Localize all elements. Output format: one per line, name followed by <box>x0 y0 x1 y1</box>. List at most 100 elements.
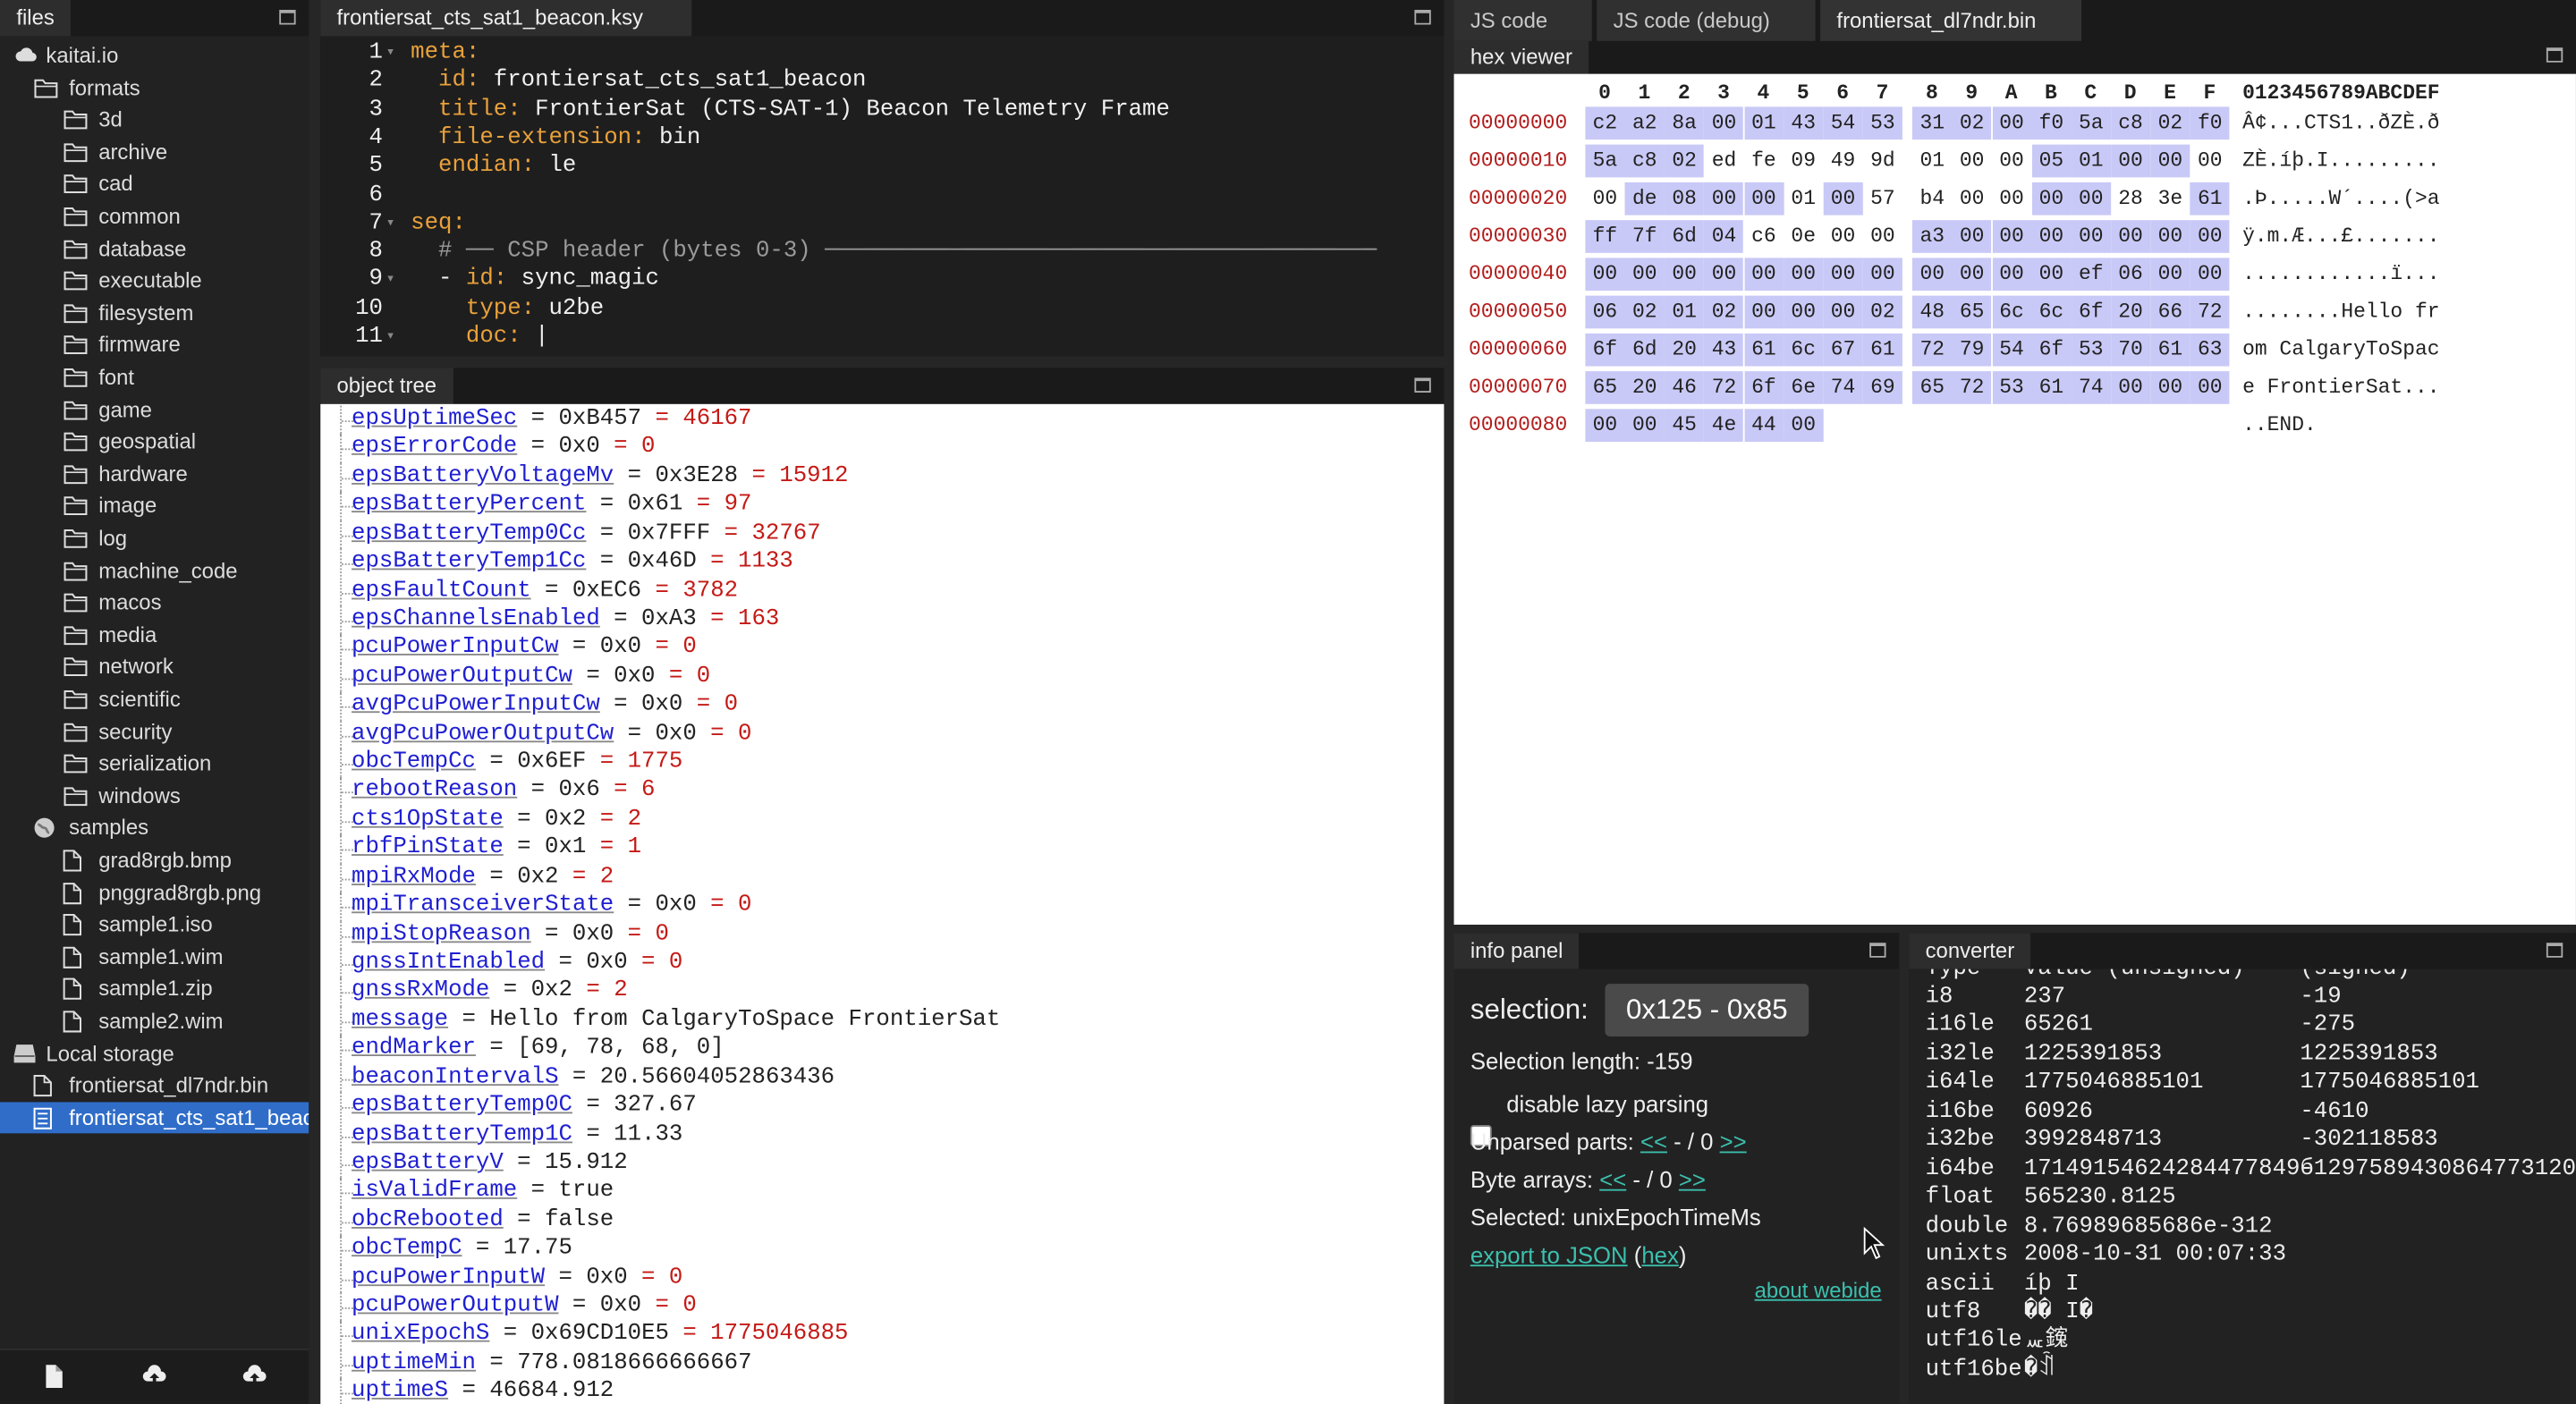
hex-byte[interactable]: 72 <box>1912 333 1953 367</box>
file-tree-item[interactable]: scientific <box>0 683 309 715</box>
hex-grid[interactable]: 0 1 2 3 4 5 6 7 8 9 A B C D E F 0123456789ABCDEF 00000000… <box>1453 73 2576 926</box>
hex-viewer-title[interactable]: hex viewer <box>1453 40 1589 74</box>
object-tree-node[interactable]: avgPcuPowerInputCw = 0x0 = 0 <box>320 691 1444 721</box>
field-name[interactable]: cts1OpState <box>352 807 504 835</box>
hex-byte[interactable]: 00 <box>1784 409 1824 443</box>
field-name[interactable]: epsBatteryTemp0Cc <box>352 520 586 549</box>
file-tree-item[interactable]: kaitai.io <box>0 39 309 71</box>
hex-byte[interactable]: 7f <box>1624 220 1665 253</box>
hex-byte[interactable]: a2 <box>1624 106 1665 140</box>
hex-byte[interactable]: 6f <box>1743 371 1784 404</box>
hex-byte[interactable]: 00 <box>2190 371 2230 404</box>
upload-icon[interactable] <box>141 1363 167 1389</box>
hex-byte[interactable]: 57 <box>1863 182 1902 216</box>
hex-byte[interactable]: 00 <box>2190 145 2230 178</box>
maximize-icon[interactable] <box>279 10 296 25</box>
object-tree-node[interactable]: unixEpochS = 0x69CD10E5 = 1775046885 <box>320 1321 1444 1350</box>
file-tree-item[interactable]: serialization <box>0 748 309 779</box>
export-json-link[interactable]: export to JSON <box>1470 1242 1628 1268</box>
maximize-icon[interactable] <box>1869 943 1886 958</box>
file-tree-item[interactable]: security <box>0 715 309 747</box>
file-tree-item[interactable]: sample1.iso <box>0 909 309 940</box>
hex-byte[interactable]: f0 <box>2190 106 2230 140</box>
file-tree-item[interactable]: archive <box>0 136 309 167</box>
object-tree-node[interactable]: obcTempC = 17.75 <box>320 1235 1444 1264</box>
hex-byte[interactable]: 00 <box>1862 258 1902 292</box>
file-tree-item[interactable]: macos <box>0 587 309 618</box>
hex-byte[interactable]: 06 <box>1585 295 1625 329</box>
selection-range[interactable]: 0x125 - 0x85 <box>1605 984 1809 1036</box>
hex-byte[interactable]: 00 <box>1585 258 1625 292</box>
object-tree-node[interactable]: cts1OpState = 0x2 = 2 <box>320 806 1444 835</box>
hex-byte[interactable]: c2 <box>1585 106 1625 140</box>
new-file-icon[interactable] <box>41 1363 67 1389</box>
hex-byte[interactable]: 00 <box>1823 182 1863 216</box>
object-tree-node[interactable]: isValidFrame = true <box>320 1178 1444 1207</box>
hex-byte[interactable]: 28 <box>2111 182 2150 216</box>
field-name[interactable]: unixEpochS <box>352 1322 489 1350</box>
file-tree-item[interactable]: log <box>0 522 309 554</box>
file-tree-item[interactable]: filesystem <box>0 297 309 328</box>
hex-byte[interactable]: 00 <box>1912 258 1953 292</box>
object-tree-node[interactable]: pcuPowerInputW = 0x0 = 0 <box>320 1264 1444 1293</box>
maximize-icon[interactable] <box>2546 943 2563 958</box>
hex-byte[interactable]: 63 <box>2190 333 2230 367</box>
file-tree-item[interactable]: frontiersat_cts_sat1_beacon.ksy <box>0 1102 309 1133</box>
field-name[interactable]: epsUptimeSec <box>352 406 517 435</box>
file-tree-item[interactable]: cad <box>0 168 309 199</box>
hex-byte[interactable]: 00 <box>1952 220 1992 253</box>
hex-byte[interactable]: 00 <box>1743 182 1784 216</box>
object-tree-node[interactable]: mpiRxMode = 0x2 = 2 <box>320 863 1444 892</box>
field-name[interactable]: rbfPinState <box>352 835 504 864</box>
hex-byte[interactable]: 00 <box>2150 144 2190 178</box>
field-name[interactable]: uptimeS <box>352 1378 448 1404</box>
hex-byte[interactable]: 5a <box>2071 106 2111 140</box>
hex-byte[interactable]: 69 <box>1862 371 1902 404</box>
object-tree-node[interactable]: epsBatteryTemp1Cc = 0x46D = 1133 <box>320 548 1444 578</box>
hex-byte[interactable]: 6f <box>2031 333 2072 367</box>
field-name[interactable]: epsFaultCount <box>352 578 531 606</box>
hex-byte[interactable]: 70 <box>2111 333 2151 367</box>
cloud-upload-icon[interactable] <box>242 1363 267 1389</box>
hex-byte[interactable]: 43 <box>1784 106 1824 140</box>
hex-byte[interactable]: 8a <box>1665 106 1705 140</box>
file-tree-item[interactable]: samples <box>0 812 309 843</box>
field-name[interactable]: pcuPowerInputW <box>352 1264 545 1293</box>
hex-byte[interactable]: 65 <box>1912 371 1953 404</box>
hex-byte[interactable]: 00 <box>1991 220 2032 253</box>
field-name[interactable]: message <box>352 1007 448 1036</box>
hex-byte[interactable]: 6e <box>1784 371 1824 404</box>
object-tree-node[interactable]: epsUptimeSec = 0xB457 = 46167 <box>320 405 1444 435</box>
hex-byte[interactable]: 00 <box>2190 220 2230 253</box>
file-tree-item[interactable]: firmware <box>0 329 309 360</box>
hex-byte[interactable]: 01 <box>2071 144 2111 178</box>
info-panel-title[interactable]: info panel <box>1453 933 1580 969</box>
object-tree-node[interactable]: obcRebooted = false <box>320 1206 1444 1236</box>
object-tree-node[interactable]: gnssIntEnabled = 0x0 = 0 <box>320 949 1444 978</box>
unparsed-prev-link[interactable]: << <box>1640 1129 1667 1154</box>
file-tree-item[interactable]: font <box>0 361 309 393</box>
object-tree-node[interactable]: uptimeS = 46684.912 <box>320 1378 1444 1404</box>
hex-byte[interactable]: c8 <box>2111 106 2151 140</box>
file-tree-item[interactable]: sample1.wim <box>0 941 309 972</box>
hex-byte[interactable]: 05 <box>2031 144 2072 178</box>
hex-byte[interactable]: 00 <box>2150 371 2190 404</box>
hex-byte[interactable]: 6d <box>1665 220 1705 253</box>
object-tree-node[interactable]: epsFaultCount = 0xEC6 = 3782 <box>320 577 1444 606</box>
fold-toggle-icon[interactable]: ▾ <box>386 210 395 239</box>
field-name[interactable]: mpiRxMode <box>352 864 476 892</box>
object-tree-node[interactable]: epsBatteryTemp1C = 11.33 <box>320 1121 1444 1150</box>
file-tree-item[interactable]: 3d <box>0 104 309 135</box>
hex-byte[interactable]: 48 <box>1912 295 1953 329</box>
file-tree-item[interactable]: frontiersat_dl7ndr.bin <box>0 1070 309 1101</box>
hex-byte[interactable]: 01 <box>1784 182 1823 216</box>
hex-byte[interactable]: 72 <box>1704 371 1744 404</box>
hex-byte[interactable]: 53 <box>1991 371 2032 404</box>
field-name[interactable]: beaconIntervalS <box>352 1064 558 1093</box>
hex-byte[interactable]: 00 <box>1992 182 2031 216</box>
hex-byte[interactable]: 6d <box>1624 333 1665 367</box>
hex-byte[interactable]: 49 <box>1824 145 1863 178</box>
byte-arrays-prev-link[interactable]: << <box>1599 1166 1626 1192</box>
object-tree-node[interactable]: epsBatteryTemp0Cc = 0x7FFF = 32767 <box>320 520 1444 549</box>
file-tree-item[interactable]: image <box>0 490 309 521</box>
